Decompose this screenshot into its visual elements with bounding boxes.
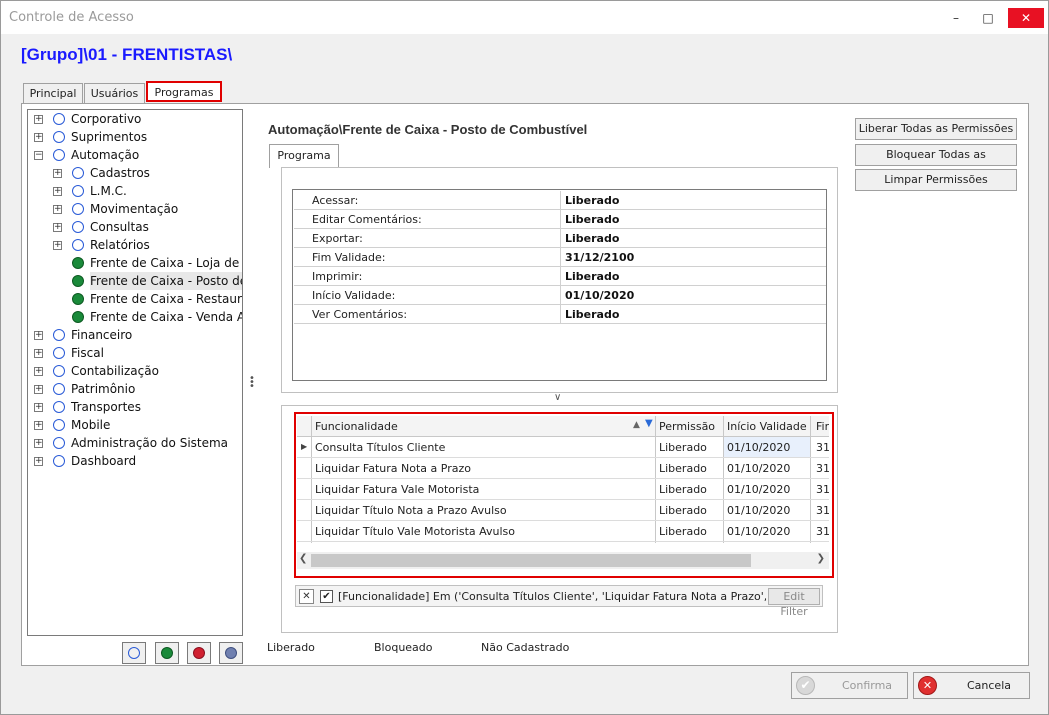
program-tree[interactable]: + Corporativo + Suprimentos − Automação + Ca… — [27, 109, 243, 636]
page-title: [Grupo]\01 - FRENTISTAS\ — [21, 45, 233, 64]
tab-programas[interactable]: Programas — [146, 81, 222, 102]
splitter-handle[interactable]: • • • — [249, 374, 255, 392]
released-icon — [72, 275, 84, 287]
filter-unregistered-button[interactable] — [219, 642, 243, 664]
edit-filter-button[interactable]: Edit Filter — [768, 588, 820, 618]
title-bar: Controle de Acesso – □ ✕ — [1, 1, 1048, 34]
not-registered-icon — [72, 167, 84, 179]
not-registered-icon — [53, 365, 65, 377]
not-registered-icon — [72, 221, 84, 233]
confirm-button[interactable]: ✔ Confirma — [791, 672, 908, 699]
released-icon — [72, 293, 84, 305]
maximize-icon[interactable]: □ — [974, 9, 1002, 27]
not-registered-icon — [53, 113, 65, 125]
not-registered-icon — [53, 455, 65, 467]
permission-row[interactable]: Ver Comentários: Liberado — [294, 305, 826, 324]
release-all-button[interactable]: Liberar Todas as Permissões — [855, 118, 1017, 140]
released-icon — [72, 257, 84, 269]
filter-enabled-checkbox[interactable]: ✔ — [320, 590, 333, 603]
not-registered-icon — [72, 203, 84, 215]
not-registered-icon — [53, 329, 65, 341]
clear-filter-icon[interactable]: ✕ — [299, 589, 314, 604]
clear-permissions-button[interactable]: Limpar Permissões — [855, 169, 1017, 191]
not-registered-icon — [72, 239, 84, 251]
unregistered-icon — [225, 647, 237, 659]
not-registered-icon — [53, 383, 65, 395]
block-all-button[interactable]: Bloquear Todas as Permissões — [855, 144, 1017, 181]
filter-not-registered-button[interactable] — [122, 642, 146, 664]
program-title: Automação\Frente de Caixa - Posto de Com… — [268, 122, 588, 137]
permission-row[interactable]: Acessar: Liberado — [294, 191, 826, 210]
window-title: Controle de Acesso — [9, 10, 134, 25]
grid-highlight — [294, 412, 834, 578]
check-icon: ✔ — [796, 676, 815, 695]
not-registered-icon — [53, 131, 65, 143]
legend-liberado: Liberado — [267, 641, 315, 654]
permission-row[interactable]: Imprimir: Liberado — [294, 267, 826, 286]
close-icon[interactable]: ✕ — [1008, 8, 1044, 28]
not-registered-icon — [53, 419, 65, 431]
cancel-button[interactable]: ✕ Cancela — [913, 672, 1030, 699]
not-registered-icon — [53, 437, 65, 449]
chevron-down-icon[interactable]: ∨ — [554, 392, 561, 403]
legend-bloqueado: Bloqueado — [374, 641, 433, 654]
released-icon — [72, 311, 84, 323]
released-icon — [161, 647, 173, 659]
permission-row[interactable]: Início Validade: 01/10/2020 — [294, 286, 826, 305]
filter-blocked-button[interactable] — [187, 642, 211, 664]
filter-bar: ✕ ✔ [Funcionalidade] Em ('Consulta Títul… — [295, 585, 823, 618]
not-registered-icon — [53, 401, 65, 413]
tab-usuarios[interactable]: Usuários — [84, 83, 145, 103]
window: Controle de Acesso – □ ✕ [Grupo]\01 - FR… — [0, 0, 1049, 715]
minimize-icon[interactable]: – — [942, 9, 970, 27]
tab-principal[interactable]: Principal — [23, 83, 83, 103]
filter-released-button[interactable] — [155, 642, 179, 664]
permission-row[interactable]: Editar Comentários: Liberado — [294, 210, 826, 229]
tab-programa[interactable]: Programa — [269, 144, 339, 168]
cancel-icon: ✕ — [918, 676, 937, 695]
not-registered-icon — [72, 185, 84, 197]
permissions-grid: Acessar: Liberado Editar Comentários: Libe… — [292, 189, 827, 381]
permission-row[interactable]: Exportar: Liberado — [294, 229, 826, 248]
not-registered-icon — [53, 347, 65, 359]
not-registered-icon — [53, 149, 65, 161]
permission-row[interactable]: Fim Validade: 31/12/2100 — [294, 248, 826, 267]
legend-nao-cadastrado: Não Cadastrado — [481, 641, 570, 654]
not-registered-icon — [128, 647, 140, 659]
blocked-icon — [193, 647, 205, 659]
filter-expression[interactable]: [Funcionalidade] Em ('Consulta Títulos C… — [338, 590, 766, 603]
